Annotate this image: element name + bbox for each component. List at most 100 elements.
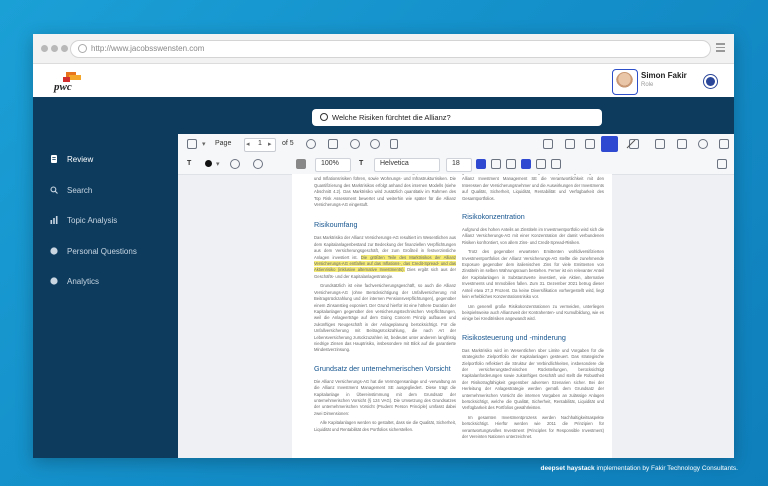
paragraph: Grundsätzlich ist eine fachversicherungs…	[314, 283, 456, 353]
hamburger-menu-icon[interactable]	[716, 43, 725, 52]
section-heading: Risikosteuerung und -minderung	[462, 332, 566, 342]
address-text: http://www.jacobsswensten.com	[91, 44, 205, 53]
app-header: pwc Simon Fakir Role	[33, 64, 734, 97]
vertical-align-bottom-icon[interactable]	[551, 159, 561, 169]
image-icon[interactable]	[585, 139, 595, 149]
print-icon[interactable]	[677, 139, 687, 149]
paragraph: Alle Kapitalanlagen werden so gestaltet,…	[314, 420, 456, 432]
chevron-down-icon[interactable]: ▾	[202, 140, 206, 148]
pdf-viewer: ▾ Page 1 ◂ ▸ of 5 T ▾ 100% T Helvetica 1…	[178, 134, 734, 458]
sidebar-item-label: Personal Questions	[67, 247, 137, 256]
paragraph: Um generell große Risikokonzentrationen …	[462, 303, 604, 322]
pan-hand-icon[interactable]	[328, 139, 338, 149]
footer-credit-text: implementation by Fakir Technology Consu…	[596, 465, 738, 472]
viewer-toolbar-format: T ▾ 100% T Helvetica 18	[178, 154, 734, 175]
page-number-value: 1	[258, 140, 262, 147]
sidebar-item-label: Review	[67, 155, 94, 164]
vertical-align-top-icon[interactable]	[521, 159, 531, 169]
footer-credit: deepset haystack implementation by Fakir…	[0, 465, 738, 472]
search-icon	[320, 113, 328, 121]
font-size-value: 18	[452, 160, 460, 167]
sidebar-item-personal-questions[interactable]: Personal Questions	[33, 242, 178, 264]
sidebar-item-topic-analysis[interactable]: Topic Analysis	[33, 211, 178, 233]
sidebar-item-label: Search	[67, 186, 93, 195]
paragraph: Aufgrund des hohen Anteils an Zinstiteln…	[462, 227, 604, 245]
color-swatch-icon[interactable]	[205, 160, 212, 167]
opacity-icon[interactable]	[296, 159, 306, 169]
paragraph: Die Allianz Versicherungs-AG hat die Ver…	[314, 378, 456, 416]
document-column-right: gemeinsamen Rahmen für Durchführung eine…	[462, 174, 604, 440]
paragraph: Das Marktrisiko der Allianz Versicherung…	[314, 235, 456, 280]
zoom-out-icon[interactable]	[350, 139, 360, 149]
trash-icon[interactable]	[717, 159, 727, 169]
logo-wordmark: pwc	[54, 81, 72, 93]
fill-icon[interactable]	[230, 159, 240, 169]
document-column-left: Auf diesen Anteilen beruhen wesentliche …	[314, 174, 456, 433]
avatar[interactable]	[612, 69, 638, 95]
browser-window: http://www.jacobsswensten.com pwc Simon …	[33, 34, 734, 458]
font-select[interactable]: Helvetica	[374, 158, 440, 172]
window-dot-icon[interactable]	[61, 45, 68, 52]
search-icon	[50, 186, 58, 194]
main-panel: Welche Risiken fürchtet die Allianz? ▾ P…	[178, 97, 734, 458]
search-icon[interactable]	[698, 139, 708, 149]
sidebar-item-label: Analytics	[67, 277, 100, 286]
paragraph: Im gesamten Investmentprozess werden Nac…	[462, 414, 604, 439]
document-icon	[51, 155, 57, 163]
section-heading: Risikoumfang	[314, 220, 358, 230]
prev-page-icon[interactable]: ◂	[246, 140, 250, 148]
pwc-logo: pwc	[54, 70, 84, 94]
settings-gear-icon[interactable]	[706, 77, 715, 86]
next-page-icon[interactable]: ▸	[268, 140, 272, 148]
question-search-input[interactable]: Welche Risiken fürchtet die Allianz?	[312, 109, 602, 126]
sidebar-item-review[interactable]: Review	[33, 150, 178, 172]
text-tool-icon[interactable]: T	[187, 160, 191, 167]
sidebar: Review Search Topic Analysis Personal Qu…	[33, 97, 178, 458]
line-tool-icon[interactable]	[626, 139, 636, 149]
paragraph: Trotz des gegenüber erwarteten Emittente…	[462, 249, 604, 300]
paragraph: gemeinsamen Rahmen für Durchführung eine…	[462, 174, 604, 201]
window-dot-icon[interactable]	[51, 45, 58, 52]
settings-icon[interactable]	[306, 139, 316, 149]
address-bar[interactable]: http://www.jacobsswensten.com	[70, 40, 711, 58]
page-label: Page	[215, 140, 232, 147]
browser-chrome: http://www.jacobsswensten.com	[33, 34, 734, 64]
font-value: Helvetica	[380, 160, 409, 167]
section-heading: Risikokonzentration	[462, 212, 525, 222]
paragraph: Auf diesen Anteilen beruhen wesentliche …	[314, 174, 456, 208]
bar-chart-icon	[50, 216, 58, 224]
chevron-down-icon[interactable]: ▾	[216, 160, 220, 168]
copy-icon[interactable]	[655, 139, 665, 149]
analytics-icon	[50, 277, 58, 285]
globe-icon	[78, 44, 87, 53]
zoom-value: 100%	[321, 160, 339, 167]
user-name: Simon Fakir	[641, 71, 687, 80]
font-icon: T	[359, 160, 364, 167]
document-page: Auf diesen Anteilen beruhen wesentliche …	[292, 174, 612, 458]
footer-brand: deepset haystack	[540, 465, 595, 472]
sidebar-item-label: Topic Analysis	[67, 216, 118, 225]
window-dot-icon[interactable]	[41, 45, 48, 52]
zoom-select[interactable]: 100%	[315, 158, 351, 172]
pen-tool-icon[interactable]	[543, 139, 553, 149]
download-icon[interactable]	[719, 139, 729, 149]
sidebar-item-analytics[interactable]: Analytics	[33, 272, 178, 294]
user-role: Role	[641, 82, 654, 88]
avatar-photo	[616, 72, 633, 90]
font-size-select[interactable]: 18	[446, 158, 472, 172]
zoom-in-icon[interactable]	[370, 139, 380, 149]
vertical-align-middle-icon[interactable]	[536, 159, 546, 169]
page-layout-icon[interactable]	[390, 139, 398, 149]
align-right-icon[interactable]	[506, 159, 516, 169]
paragraph: Das Marktrisiko wird im Wesentlichen übe…	[462, 347, 604, 411]
sidebar-item-search[interactable]: Search	[33, 181, 178, 203]
viewer-toolbar-primary: ▾ Page 1 ◂ ▸ of 5	[178, 134, 734, 155]
align-left-icon[interactable]	[476, 159, 486, 169]
align-center-icon[interactable]	[491, 159, 501, 169]
crop-tool-icon[interactable]	[601, 136, 618, 152]
section-heading: Grundsatz der unternehmerischen Vorsicht	[314, 363, 451, 373]
no-fill-icon[interactable]	[253, 159, 263, 169]
thumbnails-grid-icon[interactable]	[187, 139, 197, 149]
question-text: Welche Risiken fürchtet die Allianz?	[332, 113, 451, 122]
stamp-icon[interactable]	[565, 139, 575, 149]
